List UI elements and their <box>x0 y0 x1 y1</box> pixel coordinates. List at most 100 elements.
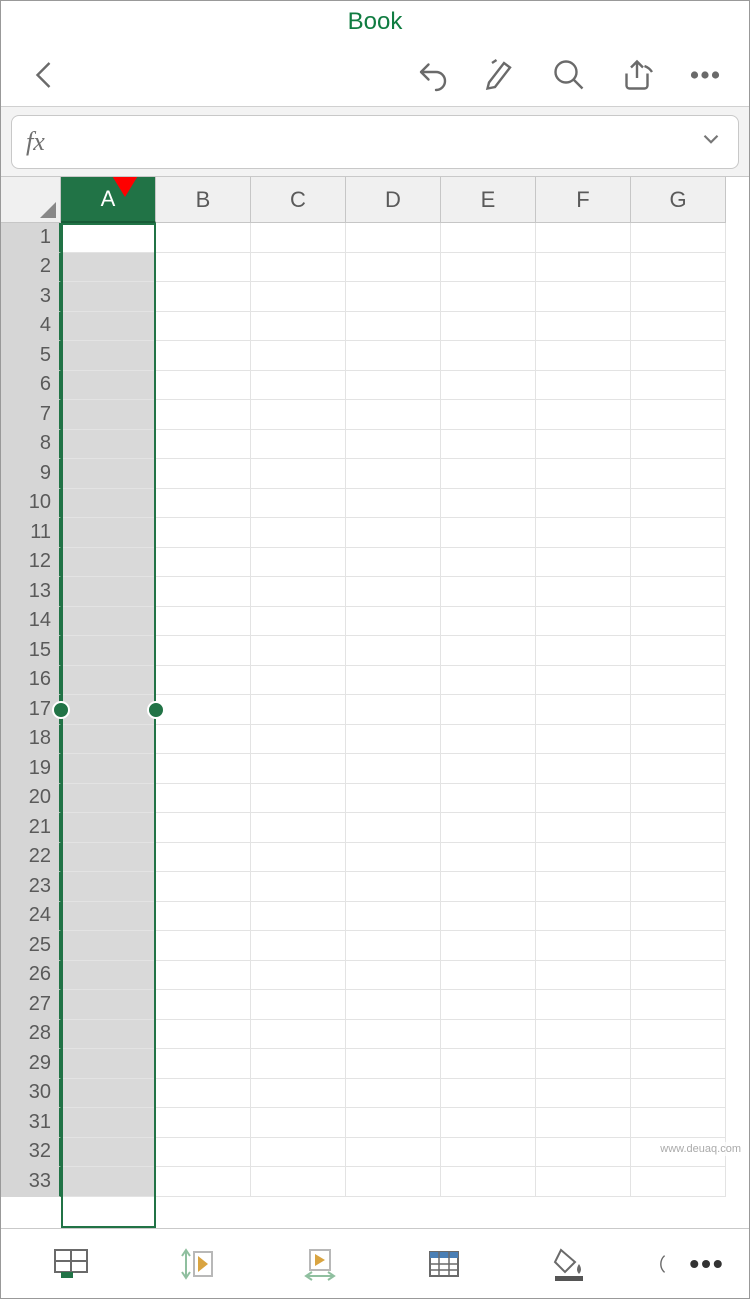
cell[interactable] <box>536 961 631 991</box>
row-header[interactable]: 3 <box>1 282 61 312</box>
cell[interactable] <box>631 400 726 430</box>
cell[interactable] <box>61 872 156 902</box>
cell[interactable] <box>346 1079 441 1109</box>
cell[interactable] <box>631 725 726 755</box>
row-header[interactable]: 31 <box>1 1108 61 1138</box>
cell[interactable] <box>251 430 346 460</box>
column-header-a[interactable]: A <box>61 177 156 223</box>
cell[interactable] <box>251 607 346 637</box>
cell[interactable] <box>346 961 441 991</box>
cell[interactable] <box>441 400 536 430</box>
cell[interactable] <box>631 636 726 666</box>
cell[interactable] <box>536 843 631 873</box>
row-header[interactable]: 23 <box>1 872 61 902</box>
cell[interactable] <box>251 1049 346 1079</box>
cell[interactable] <box>536 1020 631 1050</box>
cell[interactable] <box>631 577 726 607</box>
row-header[interactable]: 25 <box>1 931 61 961</box>
cell[interactable] <box>536 1138 631 1168</box>
row-header[interactable]: 4 <box>1 312 61 342</box>
cell[interactable] <box>631 1049 726 1079</box>
cell[interactable] <box>441 784 536 814</box>
cell[interactable] <box>441 312 536 342</box>
cell[interactable] <box>536 312 631 342</box>
cell[interactable] <box>251 341 346 371</box>
row-header[interactable]: 1 <box>1 223 61 253</box>
cell[interactable] <box>61 784 156 814</box>
cell[interactable] <box>441 961 536 991</box>
cell[interactable] <box>631 961 726 991</box>
cell[interactable] <box>251 784 346 814</box>
cell[interactable] <box>536 813 631 843</box>
cell[interactable] <box>156 754 251 784</box>
cell[interactable] <box>156 253 251 283</box>
cell[interactable] <box>61 990 156 1020</box>
row-header[interactable]: 24 <box>1 902 61 932</box>
row-header[interactable]: 15 <box>1 636 61 666</box>
cell[interactable] <box>156 459 251 489</box>
cell[interactable] <box>536 577 631 607</box>
cell[interactable] <box>346 636 441 666</box>
cell[interactable] <box>251 518 346 548</box>
cell[interactable] <box>536 990 631 1020</box>
cell[interactable] <box>61 1108 156 1138</box>
cell[interactable] <box>156 1079 251 1109</box>
cell[interactable] <box>441 371 536 401</box>
cell[interactable] <box>346 371 441 401</box>
cell[interactable] <box>441 1079 536 1109</box>
cell[interactable] <box>441 636 536 666</box>
cell[interactable] <box>251 636 346 666</box>
cell[interactable] <box>251 754 346 784</box>
cell[interactable] <box>536 695 631 725</box>
cell[interactable] <box>251 902 346 932</box>
cell[interactable] <box>251 666 346 696</box>
cell[interactable] <box>156 990 251 1020</box>
cell[interactable] <box>251 931 346 961</box>
cell[interactable] <box>631 341 726 371</box>
cell[interactable] <box>536 784 631 814</box>
cell[interactable] <box>61 1138 156 1168</box>
cell[interactable] <box>61 666 156 696</box>
cell[interactable] <box>156 282 251 312</box>
selection-handle-right[interactable] <box>147 701 165 719</box>
cell[interactable] <box>61 843 156 873</box>
cell[interactable] <box>61 813 156 843</box>
cell[interactable] <box>536 1049 631 1079</box>
cell[interactable] <box>536 548 631 578</box>
row-header[interactable]: 9 <box>1 459 61 489</box>
cell[interactable] <box>61 607 156 637</box>
cell[interactable] <box>536 518 631 548</box>
partial-button[interactable] <box>635 1236 669 1292</box>
cell[interactable] <box>251 459 346 489</box>
cell[interactable] <box>156 784 251 814</box>
sheet-tabs-button[interactable] <box>13 1236 129 1292</box>
cell[interactable] <box>441 253 536 283</box>
cell[interactable] <box>156 371 251 401</box>
cell[interactable] <box>156 1049 251 1079</box>
cell[interactable] <box>61 961 156 991</box>
row-header[interactable]: 32 <box>1 1138 61 1168</box>
cell[interactable] <box>441 489 536 519</box>
cell[interactable] <box>61 548 156 578</box>
cell[interactable] <box>631 1167 726 1197</box>
cell[interactable] <box>631 666 726 696</box>
share-button[interactable] <box>609 47 665 103</box>
cell[interactable] <box>346 548 441 578</box>
cell[interactable] <box>346 784 441 814</box>
cell[interactable] <box>536 459 631 489</box>
cell[interactable] <box>61 430 156 460</box>
cell[interactable] <box>346 872 441 902</box>
cell[interactable] <box>251 312 346 342</box>
cell[interactable] <box>536 489 631 519</box>
column-header-d[interactable]: D <box>346 177 441 223</box>
cell[interactable] <box>156 430 251 460</box>
cell[interactable] <box>251 961 346 991</box>
cell[interactable] <box>61 754 156 784</box>
cell[interactable] <box>346 430 441 460</box>
cell[interactable] <box>536 400 631 430</box>
cell[interactable] <box>61 725 156 755</box>
row-header[interactable]: 33 <box>1 1167 61 1197</box>
cell[interactable] <box>536 902 631 932</box>
cell[interactable] <box>61 253 156 283</box>
cell[interactable] <box>346 223 441 253</box>
